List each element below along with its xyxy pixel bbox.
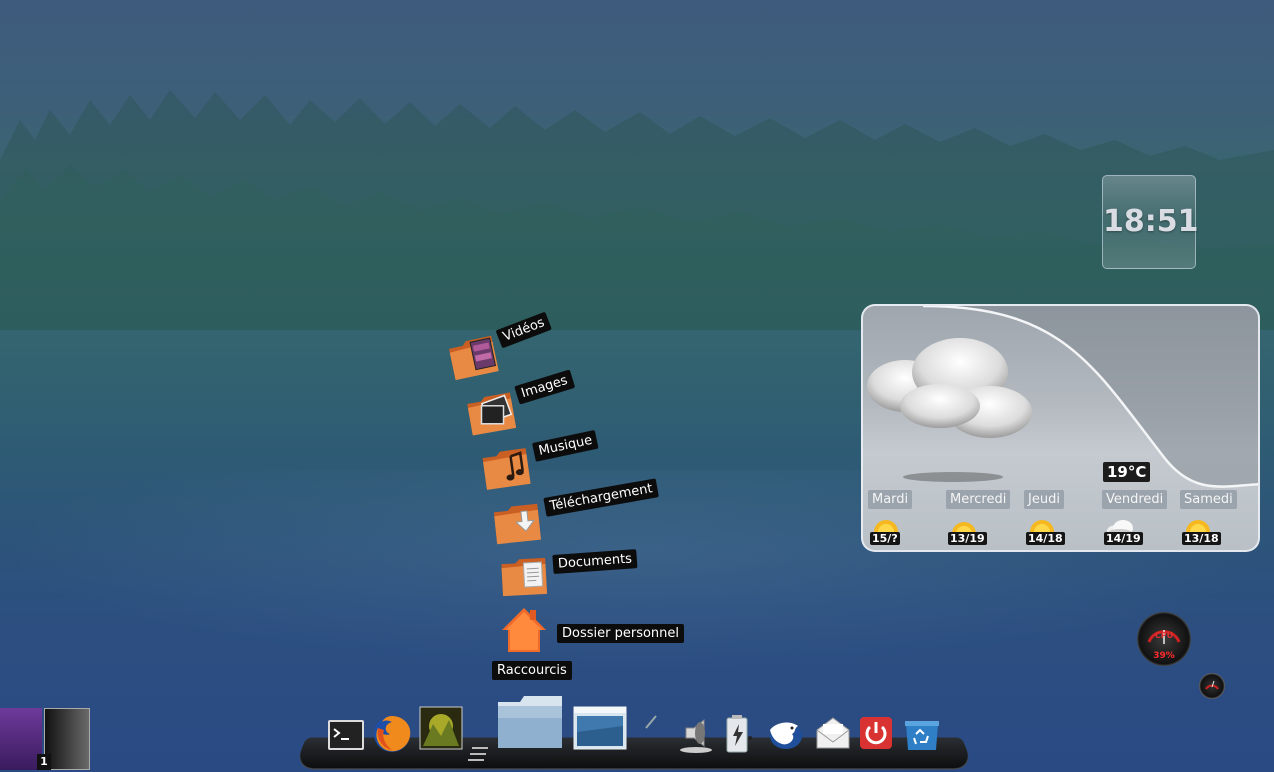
download-folder-icon	[493, 503, 541, 545]
home-icon	[502, 608, 546, 652]
pictures-folder-icon	[467, 392, 517, 436]
day-temperatures: 14/18	[1026, 532, 1065, 545]
gauge-needle-icon	[1205, 680, 1219, 690]
dock-item-desktop[interactable]	[573, 706, 627, 754]
dock-item-battery[interactable]	[723, 714, 753, 758]
stack-item-label: Images	[514, 369, 575, 405]
dock-item-mail[interactable]	[815, 716, 851, 754]
day-temperatures: 15/?	[870, 532, 900, 545]
stack-title: Raccourcis	[492, 661, 572, 680]
workspace-1[interactable]	[0, 708, 42, 770]
music-folder-icon	[482, 448, 531, 490]
recycle-icon	[905, 721, 939, 750]
cpu-gauge[interactable]: CPU 39%	[1137, 612, 1191, 666]
dock-item-recycle[interactable]	[904, 720, 940, 756]
photo-icon	[419, 706, 463, 750]
weather-widget[interactable]: 19°C Mardi 15/? Mercredi 13/19 Jeudi 14/…	[861, 304, 1260, 552]
current-temperature: 19°C	[1103, 462, 1151, 482]
mini-gauge[interactable]	[1199, 673, 1225, 699]
day-temperatures: 13/18	[1182, 532, 1221, 545]
day-temperatures: 14/19	[1104, 532, 1143, 545]
battery-icon	[726, 715, 752, 753]
video-folder-icon	[448, 335, 499, 381]
clock-time: 18:51	[1103, 204, 1199, 239]
clock-widget[interactable]: 18:51	[1102, 175, 1199, 269]
dock-item-image-viewer[interactable]	[419, 706, 463, 754]
day-name: Mercredi	[946, 490, 1011, 509]
day-name: Samedi	[1180, 490, 1237, 509]
desktop-icon	[573, 706, 627, 750]
day-temperatures: 13/19	[948, 532, 987, 545]
workspace-number: 1	[37, 754, 51, 770]
day-name: Mardi	[868, 490, 913, 509]
dock-item-shortcuts[interactable]	[496, 694, 564, 754]
speaker-icon	[680, 718, 712, 753]
stack-item-label: Musique	[532, 429, 599, 462]
power-icon	[860, 717, 892, 749]
terminal-icon	[328, 720, 364, 750]
mail-icon	[816, 717, 850, 749]
pidgin-bird-icon	[770, 722, 802, 749]
dock-item-terminal[interactable]	[327, 719, 365, 755]
dock-item-pidgin[interactable]	[766, 716, 804, 756]
cloudy-icon	[867, 338, 1032, 438]
grip-icon	[468, 747, 488, 761]
documents-folder-icon	[501, 557, 548, 597]
forest-background	[0, 90, 1274, 330]
cpu-value: 39%	[1153, 651, 1175, 661]
dock-separator	[644, 714, 658, 734]
dock-item-logout[interactable]	[859, 716, 893, 754]
dock-item-volume[interactable]	[678, 716, 714, 758]
day-name: Vendredi	[1102, 490, 1168, 509]
forecast-row: Mardi 15/? Mercredi 13/19 Jeudi 14/18 Ve…	[863, 490, 1258, 550]
dock-grip	[468, 744, 490, 766]
firefox-icon	[374, 716, 411, 752]
cloud-shadow	[903, 472, 1003, 482]
separator-icon	[645, 715, 657, 729]
stack-item-label: Dossier personnel	[557, 624, 685, 643]
dock-item-firefox[interactable]	[372, 714, 412, 758]
folder-stack-icon	[498, 696, 562, 748]
day-name: Jeudi	[1024, 490, 1064, 509]
cpu-label: CPU	[1154, 631, 1174, 640]
